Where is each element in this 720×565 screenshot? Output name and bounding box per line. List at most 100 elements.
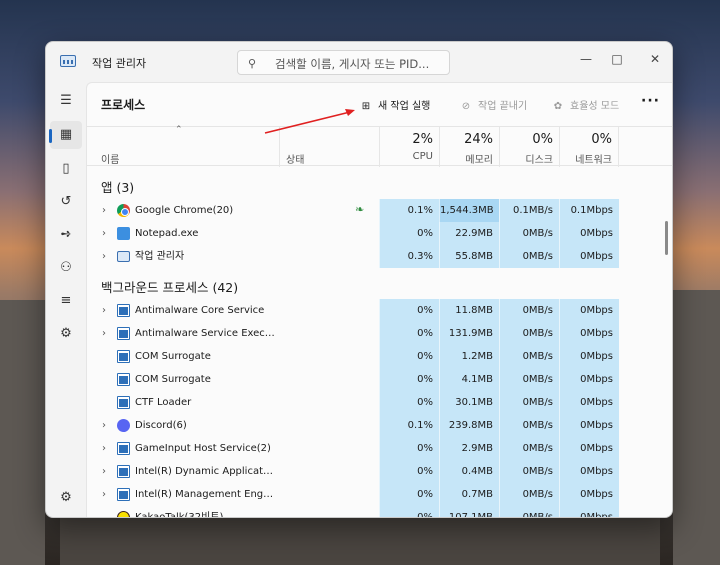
search-placeholder: 검색할 이름, 게시자 또는 PID... [275,57,430,71]
background-stone-left [0,300,45,565]
cell-net: 0.1Mbps [559,199,619,222]
scrollbar[interactable] [665,221,668,255]
cell-cpu: 0% [379,506,439,517]
cell-disk: 0MB/s [499,414,559,437]
process-name: KakaoTalk(32비트) [135,506,275,517]
close-button[interactable]: ✕ [640,48,670,70]
more-options-button[interactable]: ··· [641,93,660,109]
expand-chevron-icon[interactable]: › [102,460,106,483]
cell-net: 0Mbps [559,460,619,483]
details-icon[interactable]: ≡ [50,287,82,315]
cell-cpu: 0% [379,222,439,245]
cell-mem: 107.1MB [439,506,499,517]
process-row[interactable]: › Antimalware Service Executa... 0%131.9MB… [87,322,672,345]
cell-net: 0Mbps [559,299,619,322]
cell-net: 0Mbps [559,414,619,437]
cell-disk: 0MB/s [499,391,559,414]
processes-page: 프로세스 ⊞ 새 작업 실행 ⊘ 작업 끝내기 ✿ 효율성 모드 ··· ⌃ 이름 상… [86,82,672,517]
expand-chevron-icon[interactable]: › [102,245,106,268]
process-row[interactable]: COM Surrogate 0% 1.2MB 0MB/s 0Mbps [87,345,672,368]
cell-cpu: 0% [379,391,439,414]
cell-disk: 0MB/s [499,299,559,322]
cell-mem: 239.8MB [439,414,499,437]
efficiency-mode-button[interactable]: ✿ 효율성 모드 [551,97,619,112]
minimize-button[interactable]: — [571,48,601,70]
process-name: GameInput Host Service(2) [135,443,271,454]
cell-mem: 11.8MB [439,299,499,322]
process-name: Discord(6) [135,420,187,431]
process-row[interactable]: › Google Chrome(20) ❧ 0.1% 1,544.3MB 0.1MB/s 0… [87,199,672,222]
notepad-icon [117,227,130,240]
group-apps: 앱 (3) [101,180,135,195]
cell-disk: 0.1MB/s [499,199,559,222]
column-memory[interactable]: 24% 메모리 [439,127,499,167]
users-icon[interactable]: ⚇ [50,254,82,282]
background-stone-bottom [60,518,660,565]
processes-icon[interactable]: ▦ [49,121,82,149]
network-label: 네트워크 [575,155,612,166]
cell-net: 0Mbps [559,506,619,517]
process-name: COM Surrogate [135,374,211,385]
cell-net: 0Mbps [559,345,619,368]
column-network[interactable]: 0% 네트워크 [559,127,619,167]
cell-cpu: 0% [379,299,439,322]
app-history-icon[interactable]: ↺ [50,188,82,216]
task-manager-window: 작업 관리자 ⚲ 검색할 이름, 게시자 또는 PID... — □ ✕ ☰ ▦… [45,41,673,518]
startup-apps-icon[interactable]: ➺ [50,221,82,249]
service-icon [117,396,130,409]
title-bar[interactable]: 작업 관리자 ⚲ 검색할 이름, 게시자 또는 PID... — □ ✕ [46,42,672,82]
process-row[interactable]: KakaoTalk(32비트) 0%107.1MB0MB/s0Mbps [87,506,672,517]
window-title: 작업 관리자 [92,57,147,70]
process-row[interactable]: CTF Loader 0% 30.1MB 0MB/s 0Mbps [87,391,672,414]
expand-chevron-icon[interactable]: › [102,322,106,345]
sort-arrow-icon[interactable]: ⌃ [175,125,183,135]
network-total: 0% [591,132,612,147]
expand-chevron-icon[interactable]: › [102,483,106,506]
search-icon: ⚲ [248,57,257,70]
column-name[interactable]: 이름 [101,151,119,166]
service-icon [117,465,130,478]
cell-mem: 0.7MB [439,483,499,506]
expand-chevron-icon[interactable]: › [102,199,106,222]
cell-net: 0Mbps [559,368,619,391]
new-task-icon: ⊞ [361,101,371,112]
search-input[interactable]: ⚲ 검색할 이름, 게시자 또는 PID... [237,50,450,75]
cell-mem: 131.9MB [439,322,499,345]
cell-cpu: 0% [379,345,439,368]
service-icon [117,304,130,317]
navigation-sidebar: ☰ ▦ ▯ ↺ ➺ ⚇ ≡ ⚙ ⚙ [46,82,86,517]
expand-chevron-icon[interactable]: › [102,299,106,322]
process-row[interactable]: › GameInput Host Service(2) 0% 2.9MB 0MB/s 0M… [87,437,672,460]
cell-mem: 30.1MB [439,391,499,414]
process-row[interactable]: › Notepad.exe 0% 22.9MB 0MB/s 0Mbps [87,222,672,245]
services-icon[interactable]: ⚙ [50,320,82,348]
column-disk[interactable]: 0% 디스크 [499,127,559,167]
expand-chevron-icon[interactable]: › [102,437,106,460]
process-row[interactable]: › Antimalware Core Service 0% 11.8MB 0MB/s 0M… [87,299,672,322]
column-status-cell[interactable]: 상태 [279,127,379,167]
settings-icon[interactable]: ⚙ [50,484,82,512]
process-name: COM Surrogate [135,351,211,362]
process-name: Intel(R) Dynamic Application ... [135,466,275,477]
process-row[interactable]: › Discord(6) 0.1% 239.8MB 0MB/s 0Mbps [87,414,672,437]
menu-icon[interactable]: ☰ [50,87,82,115]
cell-disk: 0MB/s [499,368,559,391]
expand-chevron-icon[interactable]: › [102,414,106,437]
end-task-button[interactable]: ⊘ 작업 끝내기 [459,97,527,112]
performance-icon[interactable]: ▯ [50,155,82,183]
process-row[interactable]: COM Surrogate 0% 4.1MB 0MB/s 0Mbps [87,368,672,391]
cell-net: 0Mbps [559,222,619,245]
new-task-button[interactable]: ⊞ 새 작업 실행 [359,97,431,112]
column-cpu[interactable]: 2% CPU [379,127,439,167]
expand-chevron-icon[interactable]: › [102,222,106,245]
process-row[interactable]: › Intel(R) Dynamic Application ... 0%0.4MB… [87,460,672,483]
cell-cpu: 0% [379,437,439,460]
end-task-label: 작업 끝내기 [478,101,528,112]
cell-net: 0Mbps [559,322,619,345]
process-name: CTF Loader [135,397,192,408]
process-row[interactable]: › 작업 관리자 0.3% 55.8MB 0MB/s 0Mbps [87,245,672,268]
process-row[interactable]: ›Intel(R) Management Engine ...0%0.7MB0M… [87,483,672,506]
service-icon [117,350,130,363]
process-name: Antimalware Service Executa... [135,328,275,339]
maximize-button[interactable]: □ [602,48,632,70]
